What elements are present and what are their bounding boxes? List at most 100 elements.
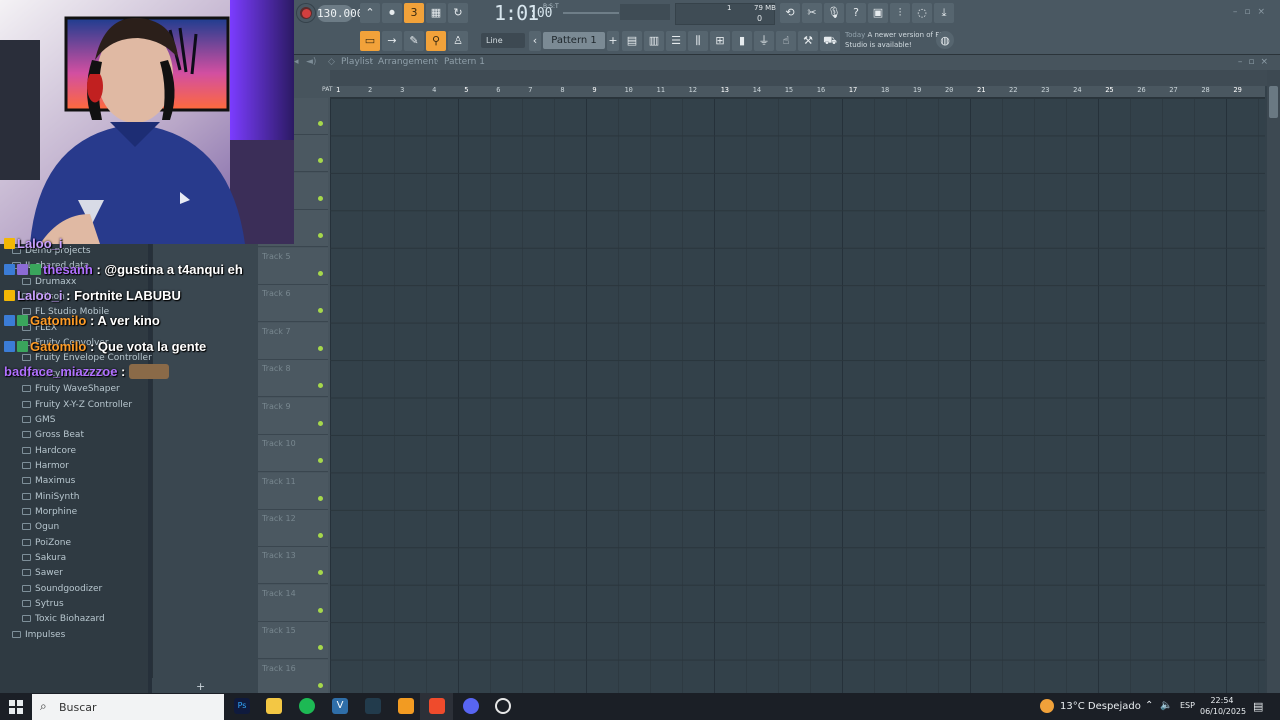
news-panel[interactable]: Today A newer version of FL Studio is av… [845, 30, 945, 50]
track-mute-led[interactable] [318, 158, 323, 164]
microphone-icon[interactable]: 🎙 [824, 3, 844, 23]
track-mute-led[interactable] [318, 532, 323, 538]
browser-item[interactable]: Sytrus [22, 597, 64, 612]
track-header[interactable]: Track 6 [258, 285, 328, 323]
chat-icon[interactable]: ◌ [912, 3, 932, 23]
browser-item[interactable]: Morphine [22, 505, 77, 520]
brave-icon[interactable] [429, 698, 445, 714]
link-icon[interactable]: ⚲ [426, 31, 446, 51]
playlist-pattern[interactable]: Pattern 1 [444, 55, 485, 70]
channel-rack-icon[interactable]: ☰ [666, 31, 686, 51]
browser-item[interactable]: Maximus [22, 474, 75, 489]
time-ruler[interactable] [330, 86, 1265, 98]
track-header[interactable]: Track 11 [258, 472, 328, 510]
browser-icon[interactable]: ⊞ [710, 31, 730, 51]
master-volume-slider[interactable] [563, 12, 619, 14]
volume-icon[interactable]: 🔈 [1160, 700, 1172, 711]
track-mute-led[interactable] [318, 607, 323, 613]
pattern-song-toggle[interactable]: ▭ [360, 31, 380, 51]
windows-start-icon[interactable] [9, 700, 23, 714]
project-icon[interactable]: ▮ [732, 31, 752, 51]
master-pitch-slider[interactable] [620, 4, 670, 20]
pattern-selector[interactable]: Pattern 1 [543, 32, 605, 49]
photoshop-icon[interactable]: Ps [234, 698, 250, 714]
browser-item[interactable]: PoiZone [22, 536, 71, 551]
globe-icon[interactable]: ◍ [936, 31, 954, 49]
browser-item[interactable]: Soundgoodizer [22, 582, 102, 597]
nav-arrow-icon[interactable]: ◇ [328, 55, 335, 70]
browser-item[interactable]: GMS [22, 413, 55, 428]
track-header[interactable]: Track 12 [258, 509, 328, 547]
browser-item[interactable]: Toxic Biohazard [22, 612, 105, 627]
browser-item[interactable]: MiniSynth [22, 490, 79, 505]
countdown-button[interactable]: 3 [404, 3, 424, 23]
fl-studio-icon[interactable] [398, 698, 414, 714]
save-icon[interactable]: ▣ [868, 3, 888, 23]
download-icon[interactable]: ⤓ [934, 3, 954, 23]
track-header[interactable]: Track 5 [258, 247, 328, 285]
discord-icon[interactable] [463, 698, 479, 714]
weather-text[interactable]: 13°C Despejado [1060, 701, 1141, 712]
track-mute-led[interactable] [318, 570, 323, 576]
track-mute-led[interactable] [318, 495, 323, 501]
track-header[interactable]: Track 15 [258, 622, 328, 660]
playlist-window-controls[interactable]: –▫× [1238, 55, 1274, 70]
playlist-scrollbar[interactable] [1267, 70, 1280, 693]
browser-item[interactable]: Hardcore [22, 444, 76, 459]
track-mute-led[interactable] [318, 682, 323, 688]
piano-roll-icon[interactable]: ▥ [644, 31, 664, 51]
store-icon[interactable]: ⛟ [820, 31, 840, 51]
track-header[interactable]: Track 14 [258, 584, 328, 622]
playlist-arrangement[interactable]: Arrangement [378, 55, 437, 70]
browser-item[interactable]: Sakura [22, 551, 66, 566]
cut-icon[interactable]: ✂ [802, 3, 822, 23]
metronome-button[interactable]: ⌃ [360, 3, 380, 23]
mixer-window-icon[interactable]: ⫼ [688, 31, 708, 51]
wait-input-button[interactable]: ⏺ [382, 3, 402, 23]
browser-item[interactable]: Sawer [22, 566, 63, 581]
pattern-prev-icon[interactable]: ‹ [529, 31, 541, 51]
browser-item[interactable]: Ogun [22, 520, 59, 535]
track-mute-led[interactable] [318, 458, 323, 464]
track-mute-led[interactable] [318, 233, 323, 239]
mixer-icon[interactable]: ⫶ [890, 3, 910, 23]
app-icon[interactable] [365, 698, 381, 714]
browser-item[interactable]: Gross Beat [22, 428, 84, 443]
playlist-icon[interactable]: ▤ [622, 31, 642, 51]
track-mute-led[interactable] [318, 383, 323, 389]
track-mute-led[interactable] [318, 270, 323, 276]
wrench-icon[interactable]: ⚒ [798, 31, 818, 51]
browser-item[interactable]: Fruity WaveShaper [22, 382, 120, 397]
stamp-icon[interactable]: ♙ [448, 31, 468, 51]
track-mute-led[interactable] [318, 420, 323, 426]
track-mute-led[interactable] [318, 345, 323, 351]
track-header[interactable]: Track 13 [258, 547, 328, 585]
track-mute-led[interactable] [318, 308, 323, 314]
browser-item[interactable]: Impulses [12, 628, 65, 643]
step-edit-button[interactable]: ▦ [426, 3, 446, 23]
add-pattern-icon[interactable]: + [607, 31, 619, 51]
pencil-icon[interactable]: ✎ [404, 31, 424, 51]
playlist-scroll-thumb[interactable] [1269, 86, 1278, 118]
add-button[interactable]: + [196, 680, 205, 693]
track-mute-led[interactable] [318, 121, 323, 126]
track-header[interactable]: Track 7 [258, 322, 328, 360]
vegas-icon[interactable]: V [332, 698, 348, 714]
track-mute-led[interactable] [318, 195, 323, 201]
loop-record-button[interactable]: ↻ [448, 3, 468, 23]
speaker-icon[interactable]: ◄) [306, 55, 316, 70]
undo-history-icon[interactable]: ⟲ [780, 3, 800, 23]
track-header[interactable]: Track 8 [258, 360, 328, 398]
browser-item[interactable]: Fruity X-Y-Z Controller [22, 398, 132, 413]
playlist-grid[interactable] [330, 98, 1265, 693]
tempo-display[interactable]: 130.000 [317, 5, 363, 22]
track-header[interactable]: Track 9 [258, 397, 328, 435]
track-header[interactable]: Track 10 [258, 435, 328, 473]
window-controls[interactable]: –▫× [1233, 7, 1272, 17]
spotify-icon[interactable] [299, 698, 315, 714]
help-icon[interactable]: ? [846, 3, 866, 23]
browser-item[interactable]: Harmor [22, 459, 69, 474]
arrow-icon[interactable]: → [382, 31, 402, 51]
file-explorer-icon[interactable] [266, 698, 282, 714]
chevron-up-icon[interactable]: ⌃ [1145, 700, 1153, 711]
